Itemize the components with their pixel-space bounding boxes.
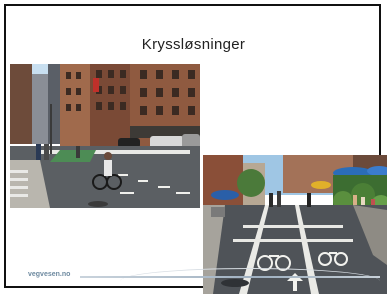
footer-line: [80, 276, 380, 278]
slide-title: Kryssløsninger: [141, 36, 246, 53]
street-crossing-photo: [10, 64, 200, 208]
footer-brand: vegvesen.no: [28, 271, 71, 278]
slide: Kryssløsninger vegvesen.no: [0, 0, 387, 294]
